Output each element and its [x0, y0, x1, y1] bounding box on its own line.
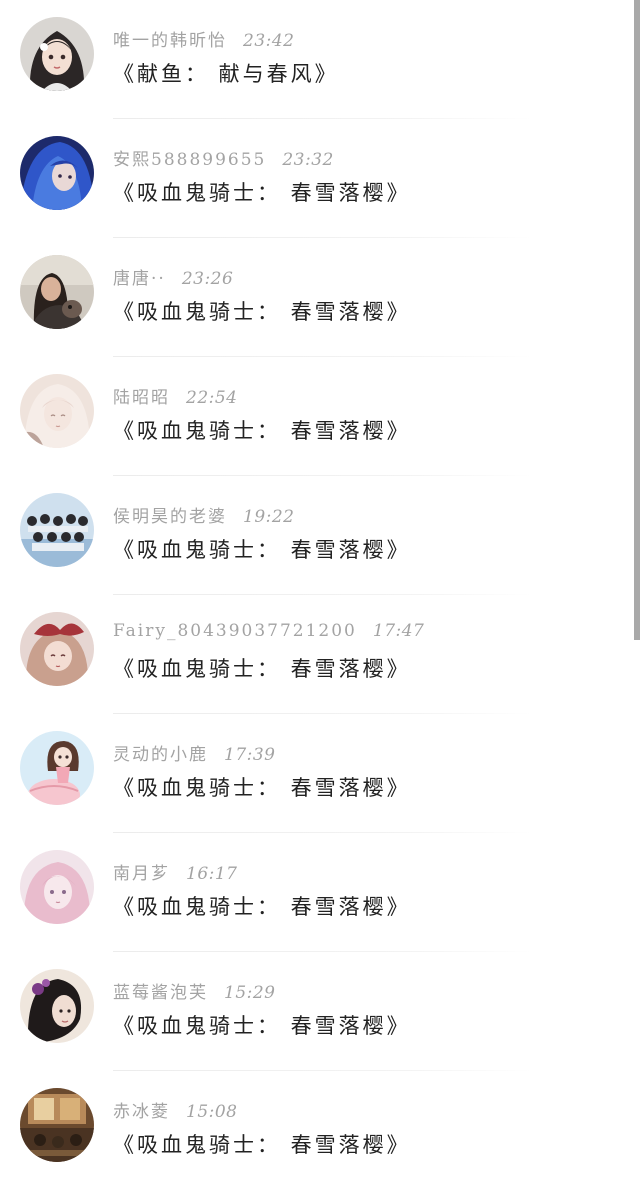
comment-meta: 陆昭昭 22:54	[113, 383, 238, 408]
comment-title[interactable]: 《吸血鬼骑士： 春雪落樱》	[113, 1129, 411, 1159]
flower-hair-avatar	[20, 969, 94, 1043]
user-name[interactable]: 赤冰菱	[113, 1102, 170, 1122]
comment-list: 唯一的韩昕怡 23:42 《献鱼： 献与春风》 安熙588899655 23:32 …	[0, 0, 632, 1172]
blue-hair-avatar	[20, 136, 94, 210]
comment-time: 23:26	[181, 269, 234, 289]
photo-girl-avatar	[20, 255, 94, 329]
comment-time: 16:17	[186, 864, 238, 884]
user-name[interactable]: 陆昭昭	[113, 388, 170, 408]
comment-title[interactable]: 《吸血鬼骑士： 春雪落樱》	[113, 415, 411, 445]
list-item[interactable]: 蓝莓酱泡芙 15:29 《吸血鬼骑士： 春雪落樱》	[0, 952, 632, 1071]
avatar[interactable]	[20, 255, 94, 329]
peach-girl-avatar	[20, 731, 94, 805]
user-name[interactable]: 灵动的小鹿	[113, 745, 208, 765]
scrollbar-thumb[interactable]	[634, 0, 640, 640]
user-name[interactable]: 安熙588899655	[113, 150, 266, 170]
comment-title[interactable]: 《吸血鬼骑士： 春雪落樱》	[113, 772, 411, 802]
avatar[interactable]	[20, 136, 94, 210]
avatar[interactable]	[20, 1088, 94, 1162]
comment-title[interactable]: 《吸血鬼骑士： 春雪落樱》	[113, 534, 411, 564]
avatar[interactable]	[20, 493, 94, 567]
comment-time: 23:32	[282, 150, 334, 170]
comment-time: 15:08	[186, 1102, 238, 1122]
list-item[interactable]: 唐唐·· 23:26 《吸血鬼骑士： 春雪落樱》	[0, 238, 632, 357]
comment-meta: 侯明昊的老婆 19:22	[113, 502, 295, 527]
list-item[interactable]: 安熙588899655 23:32 《吸血鬼骑士： 春雪落樱》	[0, 119, 632, 238]
comment-time: 17:39	[224, 745, 276, 765]
comment-time: 15:29	[224, 983, 276, 1003]
user-name[interactable]: 侯明昊的老婆	[113, 507, 227, 527]
comment-title[interactable]: 《吸血鬼骑士： 春雪落樱》	[113, 653, 411, 683]
anime-girl-avatar	[20, 17, 94, 91]
user-name[interactable]: 唐唐··	[113, 269, 166, 289]
list-item[interactable]: 唯一的韩昕怡 23:42 《献鱼： 献与春风》	[0, 0, 632, 119]
comment-time: 22:54	[186, 388, 238, 408]
avatar[interactable]	[20, 731, 94, 805]
room-photo-avatar	[20, 1088, 94, 1162]
comment-title[interactable]: 《吸血鬼骑士： 春雪落樱》	[113, 891, 411, 921]
avatar[interactable]	[20, 850, 94, 924]
pale-girl-avatar	[20, 374, 94, 448]
comment-time: 19:22	[243, 507, 295, 527]
user-name[interactable]: Fairy_80439037721200	[113, 621, 357, 641]
user-name[interactable]: 南月芗	[113, 864, 170, 884]
comment-title[interactable]: 《吸血鬼骑士： 春雪落樱》	[113, 296, 411, 326]
comment-title[interactable]: 《吸血鬼骑士： 春雪落樱》	[113, 1010, 411, 1040]
avatar[interactable]	[20, 969, 94, 1043]
avatar[interactable]	[20, 17, 94, 91]
list-item[interactable]: 灵动的小鹿 17:39 《吸血鬼骑士： 春雪落樱》	[0, 714, 632, 833]
comment-meta: 蓝莓酱泡芙 15:29	[113, 978, 276, 1003]
comment-time: 17:47	[372, 621, 425, 641]
list-item[interactable]: 南月芗 16:17 《吸血鬼骑士： 春雪落樱》	[0, 833, 632, 952]
list-item[interactable]: Fairy_80439037721200 17:47 《吸血鬼骑士： 春雪落樱》	[0, 595, 632, 714]
comment-meta: 安熙588899655 23:32	[113, 145, 334, 170]
user-name[interactable]: 蓝莓酱泡芙	[113, 983, 208, 1003]
comment-title[interactable]: 《吸血鬼骑士： 春雪落樱》	[113, 177, 411, 207]
group-photo-avatar	[20, 493, 94, 567]
comment-title[interactable]: 《献鱼： 献与春风》	[113, 58, 339, 88]
user-name[interactable]: 唯一的韩昕怡	[113, 31, 227, 51]
comment-meta: 灵动的小鹿 17:39	[113, 740, 276, 765]
avatar[interactable]	[20, 612, 94, 686]
list-item[interactable]: 侯明昊的老婆 19:22 《吸血鬼骑士： 春雪落樱》	[0, 476, 632, 595]
comment-meta: 唐唐·· 23:26	[113, 264, 234, 289]
comment-meta: 赤冰菱 15:08	[113, 1097, 238, 1122]
scrollbar[interactable]	[632, 0, 640, 1172]
comment-time: 23:42	[243, 31, 295, 51]
comment-meta: Fairy_80439037721200 17:47	[113, 621, 424, 643]
pink-hair-avatar	[20, 850, 94, 924]
avatar[interactable]	[20, 374, 94, 448]
list-item[interactable]: 陆昭昭 22:54 《吸血鬼骑士： 春雪落樱》	[0, 357, 632, 476]
list-item[interactable]: 赤冰菱 15:08 《吸血鬼骑士： 春雪落樱》	[0, 1071, 632, 1190]
red-bow-girl-avatar	[20, 612, 94, 686]
comment-meta: 南月芗 16:17	[113, 859, 238, 884]
comment-meta: 唯一的韩昕怡 23:42	[113, 26, 295, 51]
